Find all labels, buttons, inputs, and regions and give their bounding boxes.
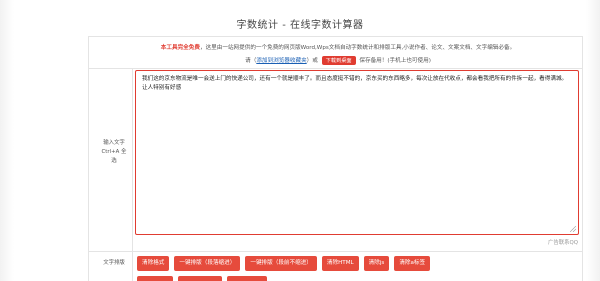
table-divider bbox=[88, 36, 89, 281]
clear-html-button[interactable]: 清除HTML bbox=[321, 256, 359, 271]
button-stub[interactable] bbox=[178, 276, 222, 281]
format-buttons: 清除格式 一键排版（段落缩进） 一键排版（段前不缩进） 清除HTML 清除js … bbox=[137, 256, 431, 271]
table-divider bbox=[582, 36, 583, 281]
bookmark-link[interactable]: 添加到浏览器收藏夹 bbox=[256, 58, 306, 64]
free-label: 本工具完全免费 bbox=[160, 45, 200, 51]
table-divider bbox=[88, 251, 582, 252]
button-stub[interactable] bbox=[227, 276, 267, 281]
or-text: ）或 bbox=[306, 58, 318, 64]
please-prefix: 请（ bbox=[245, 58, 257, 64]
input-label-line: 输入文字 bbox=[103, 140, 125, 146]
input-label: 输入文字 Ctrl+A 全 选 bbox=[96, 139, 132, 166]
clear-js-button[interactable]: 清除js bbox=[363, 256, 390, 271]
download-desktop-button[interactable]: 下载到桌面 bbox=[321, 56, 356, 65]
intro-text: 本工具完全免费，这里由一站网提供的一个免费的网页版Word,Wps文档自动字数统… bbox=[96, 43, 580, 51]
button-stub[interactable] bbox=[137, 276, 173, 281]
right-shadow bbox=[586, 0, 600, 281]
page-title: 字数统计 - 在线字数计算器 bbox=[236, 20, 364, 31]
clear-format-button[interactable]: 清除格式 bbox=[137, 256, 170, 271]
format-indent-button[interactable]: 一键排版（段落缩进） bbox=[174, 256, 241, 271]
clear-a-tag-button[interactable]: 清除a标签 bbox=[394, 256, 431, 271]
input-label-line: Ctrl+A 全 bbox=[101, 149, 127, 155]
text-input-content[interactable]: 我们这的京东物流是唯一会送上门的快递公司，还有一个就是顺丰了。而且态度挺不错的，… bbox=[142, 76, 567, 91]
format-no-indent-button[interactable]: 一键排版（段前不缩进） bbox=[245, 256, 317, 271]
table-divider bbox=[88, 36, 582, 37]
table-divider bbox=[88, 68, 582, 69]
next-button-row bbox=[137, 276, 267, 281]
ad-contact-text: 广告联系QQ bbox=[547, 240, 578, 246]
intro-description: ，这里由一站网提供的一个免费的网页版Word,Wps文档自动字数统计和排版工具,… bbox=[199, 45, 516, 51]
resize-grip-icon[interactable] bbox=[570, 226, 576, 232]
intro-bookmark-line: 请（添加到浏览器收藏夹）或 下载到桌面 保存备用！(手机上也可使用) bbox=[96, 56, 580, 65]
page: 字数统计 - 在线字数计算器 本工具完全免费，这里由一站网提供的一个免费的网页版… bbox=[0, 0, 600, 281]
format-label: 文字排版 bbox=[103, 260, 125, 266]
left-shadow bbox=[0, 0, 14, 281]
table-divider bbox=[132, 68, 133, 281]
save-suffix: 保存备用！(手机上也可使用) bbox=[359, 58, 431, 64]
input-label-line: 选 bbox=[111, 158, 117, 164]
text-input[interactable]: 我们这的京东物流是唯一会送上门的快递公司，还有一个就是顺丰了。而且态度挺不错的，… bbox=[135, 70, 579, 235]
